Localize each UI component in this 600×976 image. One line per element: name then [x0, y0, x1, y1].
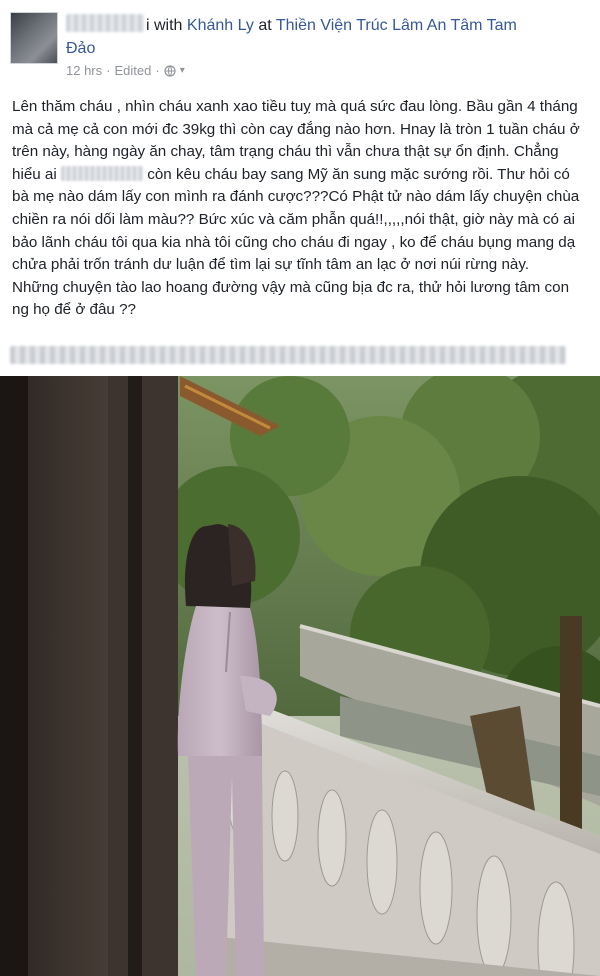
blurred-name: [61, 165, 143, 181]
post-body: Lên thăm cháu , nhìn cháu xanh xao tiều …: [12, 96, 590, 322]
place-link[interactable]: Thiền Viện Trúc Lâm An Tâm Tam: [276, 17, 517, 34]
meta-separator: ·: [106, 63, 111, 78]
avatar[interactable]: [10, 12, 58, 64]
author-suffix: i with: [146, 17, 183, 34]
post-photo[interactable]: [0, 376, 600, 976]
globe-icon[interactable]: [164, 65, 176, 77]
edited-link[interactable]: Edited: [114, 62, 151, 80]
at-word: at: [258, 17, 272, 34]
timestamp-link[interactable]: 12 hrs: [66, 62, 102, 80]
place-link-continued[interactable]: Đảo: [66, 38, 95, 60]
post-text-part-2: còn kêu cháu bay sang Mỹ ăn sung mặc sướ…: [12, 165, 580, 274]
post-meta: 12 hrs · Edited · ▾: [66, 62, 185, 80]
post-header: i with Khánh Ly at Thiền Viện Trúc Lâm A…: [0, 0, 600, 88]
post-title-line: i with Khánh Ly at Thiền Viện Trúc Lâm A…: [146, 14, 586, 38]
post-paragraph-1: Lên thăm cháu , nhìn cháu xanh xao tiều …: [12, 96, 590, 277]
post-paragraph-2: Những chuyện tào lao hoang đường vậy mà …: [12, 278, 570, 319]
author-name-blurred[interactable]: [66, 14, 144, 32]
chevron-down-icon[interactable]: ▾: [180, 62, 185, 80]
meta-separator-2: ·: [155, 63, 160, 78]
tagged-friend-link[interactable]: Khánh Ly: [187, 17, 254, 34]
blurred-text-line: [10, 346, 566, 364]
